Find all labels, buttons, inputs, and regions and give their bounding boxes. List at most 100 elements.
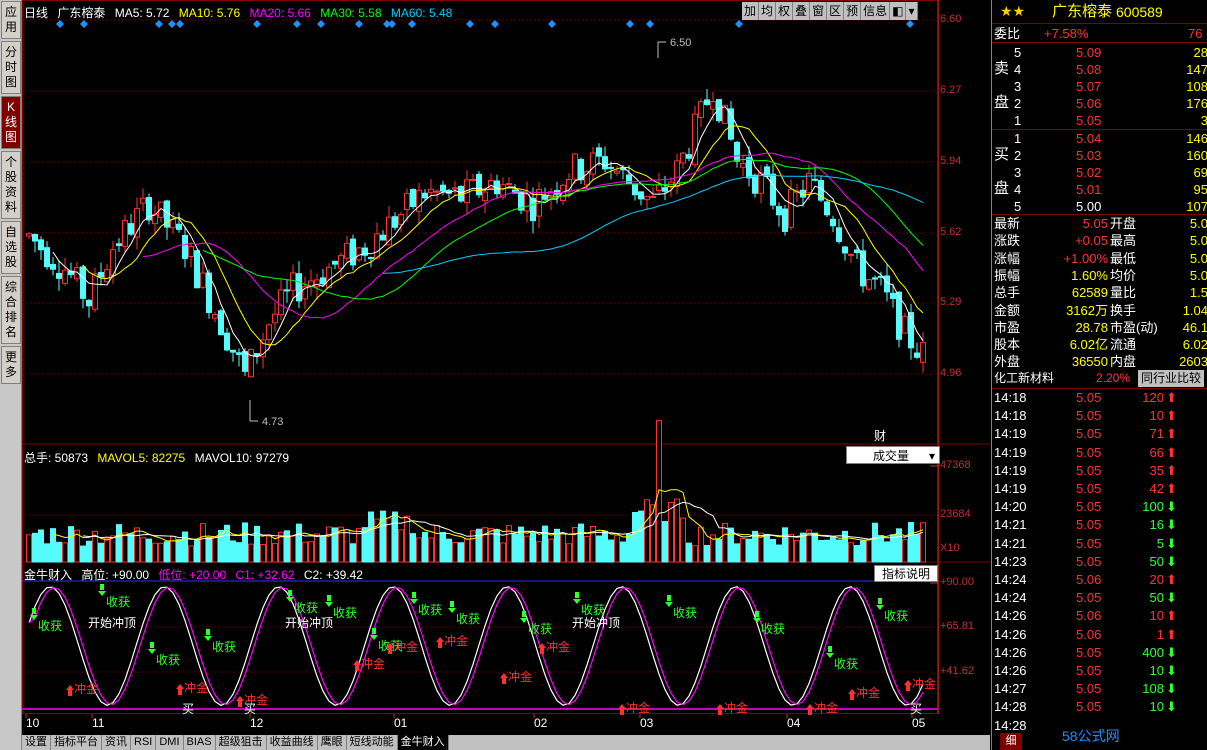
toolbar-btn-2[interactable]: 权 bbox=[776, 2, 794, 20]
volume-bar bbox=[164, 541, 170, 563]
sell-price: 5.07 bbox=[1076, 79, 1102, 94]
industry-compare-button[interactable]: 同行业比较 bbox=[1138, 370, 1205, 387]
candle bbox=[614, 165, 620, 177]
bottom-tab-5[interactable]: BIAS bbox=[184, 735, 216, 750]
tab-0[interactable]: 应用 bbox=[1, 1, 21, 39]
toolbar-btn-1[interactable]: 均 bbox=[759, 2, 777, 20]
tab-5[interactable]: 综合排名 bbox=[1, 276, 21, 344]
candle bbox=[686, 147, 692, 162]
event-diamond-icon[interactable] bbox=[408, 20, 416, 28]
sell-level: 3 bbox=[1014, 79, 1022, 94]
event-diamond-icon[interactable] bbox=[548, 20, 556, 28]
event-diamond-icon[interactable] bbox=[155, 20, 163, 28]
event-diamond-icon[interactable] bbox=[466, 20, 474, 28]
candle bbox=[302, 276, 308, 310]
event-diamond-icon[interactable] bbox=[906, 20, 914, 28]
event-diamond-icon[interactable] bbox=[646, 20, 654, 28]
stat-value: 28.78 bbox=[1075, 319, 1108, 335]
arrow-up-icon: ⬆ bbox=[1166, 426, 1177, 442]
tick-volume: 5 bbox=[1156, 535, 1164, 551]
chart-canvas[interactable]: 6.504.73财收获收获收获收获收获收获收获收获收获收获收获收获收获收获收获冲… bbox=[22, 0, 990, 735]
candle bbox=[914, 342, 920, 360]
event-diamond-icon[interactable] bbox=[176, 20, 184, 28]
tick-time: 14:21 bbox=[994, 535, 1027, 551]
tick-volume: 10 bbox=[1149, 608, 1164, 624]
stat-row: 市盈 28.78 市盈(动) 46.1 bbox=[992, 319, 1207, 336]
chart-header: 日线 广东榕泰 MA5: 5.72 MA10: 5.76 MA20: 5.66 … bbox=[24, 4, 452, 21]
bottom-tab-4[interactable]: DMI bbox=[156, 735, 184, 750]
label-shou: 收获 bbox=[156, 653, 180, 667]
indicator-help-button[interactable]: 指标说明 bbox=[874, 565, 938, 582]
toolbar-btn-4[interactable]: 窗 bbox=[810, 2, 828, 20]
candle bbox=[644, 195, 650, 210]
bottom-tab-0[interactable]: 设置 bbox=[22, 735, 51, 750]
buy-price: 5.02 bbox=[1076, 165, 1102, 180]
kline-chart-area[interactable]: 6.504.73财收获收获收获收获收获收获收获收获收获收获收获收获收获收获收获冲… bbox=[22, 0, 990, 735]
event-diamond-icon[interactable] bbox=[735, 20, 743, 28]
bottom-tab-7[interactable]: 收益曲线 bbox=[267, 735, 318, 750]
event-diamond-icon[interactable] bbox=[168, 20, 176, 28]
toolbar-btn-3[interactable]: 叠 bbox=[793, 2, 811, 20]
toolbar-btn-6[interactable]: 预 bbox=[844, 2, 862, 20]
split-icon[interactable]: ◧ bbox=[890, 2, 907, 20]
candle bbox=[134, 197, 140, 250]
candle bbox=[722, 104, 728, 124]
stat-value: +1.00% bbox=[1063, 250, 1108, 266]
candle bbox=[98, 262, 104, 286]
tab-6[interactable]: 更多 bbox=[1, 346, 21, 384]
volume-bar bbox=[764, 533, 770, 563]
sell-arrow-icon bbox=[448, 601, 456, 613]
buy-level: 3 bbox=[1014, 165, 1022, 180]
event-diamond-icon[interactable] bbox=[491, 20, 499, 28]
event-diamond-icon[interactable] bbox=[355, 20, 363, 28]
fin-badge[interactable]: 财 bbox=[874, 429, 886, 443]
tick-volume: 400 bbox=[1142, 644, 1164, 660]
bottom-tab-10[interactable]: 金牛财入 bbox=[397, 735, 449, 750]
volume-bar bbox=[644, 499, 650, 563]
volume-bar bbox=[632, 512, 638, 563]
label-kaishi: 开始冲顶 bbox=[572, 615, 620, 630]
tick-price: 5.05 bbox=[1076, 408, 1102, 424]
candle bbox=[422, 189, 428, 200]
event-diamond-icon[interactable] bbox=[317, 20, 325, 28]
label-chong: 冲金 bbox=[74, 681, 98, 696]
tab-2[interactable]: K线图 bbox=[1, 96, 21, 149]
bottom-tab-8[interactable]: 鹰眼 bbox=[318, 735, 347, 750]
quote-title: ★★ 广东榕泰 600589 bbox=[992, 0, 1207, 24]
detail-tab[interactable]: 细 bbox=[1000, 733, 1022, 750]
bottom-tab-2[interactable]: 资讯 bbox=[102, 735, 131, 750]
tab-4[interactable]: 自选股 bbox=[1, 221, 21, 274]
tab-3[interactable]: 个股资料 bbox=[1, 151, 21, 219]
volume-bar bbox=[404, 515, 410, 563]
candle bbox=[824, 198, 830, 217]
bottom-tab-3[interactable]: RSI bbox=[131, 735, 157, 750]
event-diamond-icon[interactable] bbox=[626, 20, 634, 28]
tab-1[interactable]: 分时图 bbox=[1, 41, 21, 94]
toolbar-btn-0[interactable]: 加 bbox=[742, 2, 760, 20]
stat-label: 振幅 bbox=[994, 267, 1021, 283]
volume-bar bbox=[560, 532, 566, 563]
toolbar-btn-7[interactable]: 信息 bbox=[861, 2, 891, 20]
volume-bar bbox=[152, 542, 158, 563]
candle bbox=[254, 353, 260, 364]
event-diamond-icon[interactable] bbox=[388, 20, 396, 28]
chevron-down-icon[interactable]: ▾ bbox=[906, 2, 918, 20]
chart-frame bbox=[22, 0, 939, 714]
bottom-tab-6[interactable]: 超级狙击 bbox=[216, 735, 267, 750]
date-label: 11 bbox=[92, 716, 105, 730]
toolbar-btn-5[interactable]: 区 bbox=[827, 2, 845, 20]
candle bbox=[314, 273, 320, 300]
bottom-tab-1[interactable]: 指标平台 bbox=[51, 735, 102, 750]
event-diamond-icon[interactable] bbox=[56, 20, 64, 28]
event-diamond-icon[interactable] bbox=[80, 20, 88, 28]
event-diamond-icon[interactable] bbox=[293, 20, 301, 28]
volume-dropdown[interactable]: 成交量 ▾ bbox=[846, 446, 940, 464]
bottom-tab-9[interactable]: 短线动能 bbox=[347, 735, 398, 750]
label-kaishi: 开始冲顶 bbox=[88, 615, 136, 630]
buy-level: 1 bbox=[1014, 131, 1022, 146]
buy-row: 5 5.00 107 bbox=[992, 198, 1207, 215]
label-chong: 冲金 bbox=[546, 639, 570, 654]
event-diamond-icon[interactable] bbox=[253, 20, 261, 28]
volume-bar bbox=[536, 541, 542, 563]
candle bbox=[452, 181, 458, 196]
